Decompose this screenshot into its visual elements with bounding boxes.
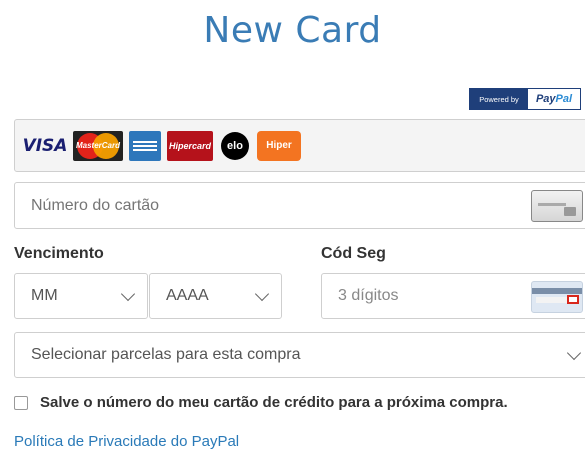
card-back-cvv-icon [531,281,583,313]
page-title: New Card [203,10,382,51]
installments-select[interactable]: Selecionar parcelas para esta compra [14,332,585,378]
powered-by-paypal-badge: Powered by Pay Pal [469,88,581,110]
card-front-icon [531,190,583,222]
amex-logo [129,130,161,161]
month-value: MM [31,287,58,304]
save-card-checkbox[interactable] [14,395,28,410]
elo-logo: elo [219,131,251,161]
hiper-logo: Hiper [257,130,301,161]
chevron-down-icon [566,345,582,360]
save-card-label[interactable]: Salve o número do meu cartão de crédito … [40,394,508,411]
chevron-down-icon [254,286,270,301]
paypal-logo: Pay Pal [528,89,580,109]
installments-value: Selecionar parcelas para esta compra [31,346,301,363]
expiration-month-select[interactable]: MM [14,273,148,319]
year-value: AAAA [166,287,209,304]
visa-logo: VISA [22,135,68,156]
mastercard-logo: MasterCard [73,130,123,161]
hipercard-logo: Hipercard [167,130,213,161]
security-code-label: Cód Seg [321,245,386,262]
save-card-row: Salve o número do meu cartão de crédito … [14,394,508,411]
expiration-label: Vencimento [14,245,104,262]
chevron-down-icon [120,286,136,301]
privacy-policy-link[interactable]: Política de Privacidade do PayPal [14,433,239,450]
accepted-cards-bar: VISA MasterCard Hipercard elo Hiper [14,119,585,172]
expiration-year-select[interactable]: AAAA [149,273,282,319]
powered-by-text: Powered by [470,89,528,109]
card-number-input[interactable]: Número do cartão [14,182,585,229]
